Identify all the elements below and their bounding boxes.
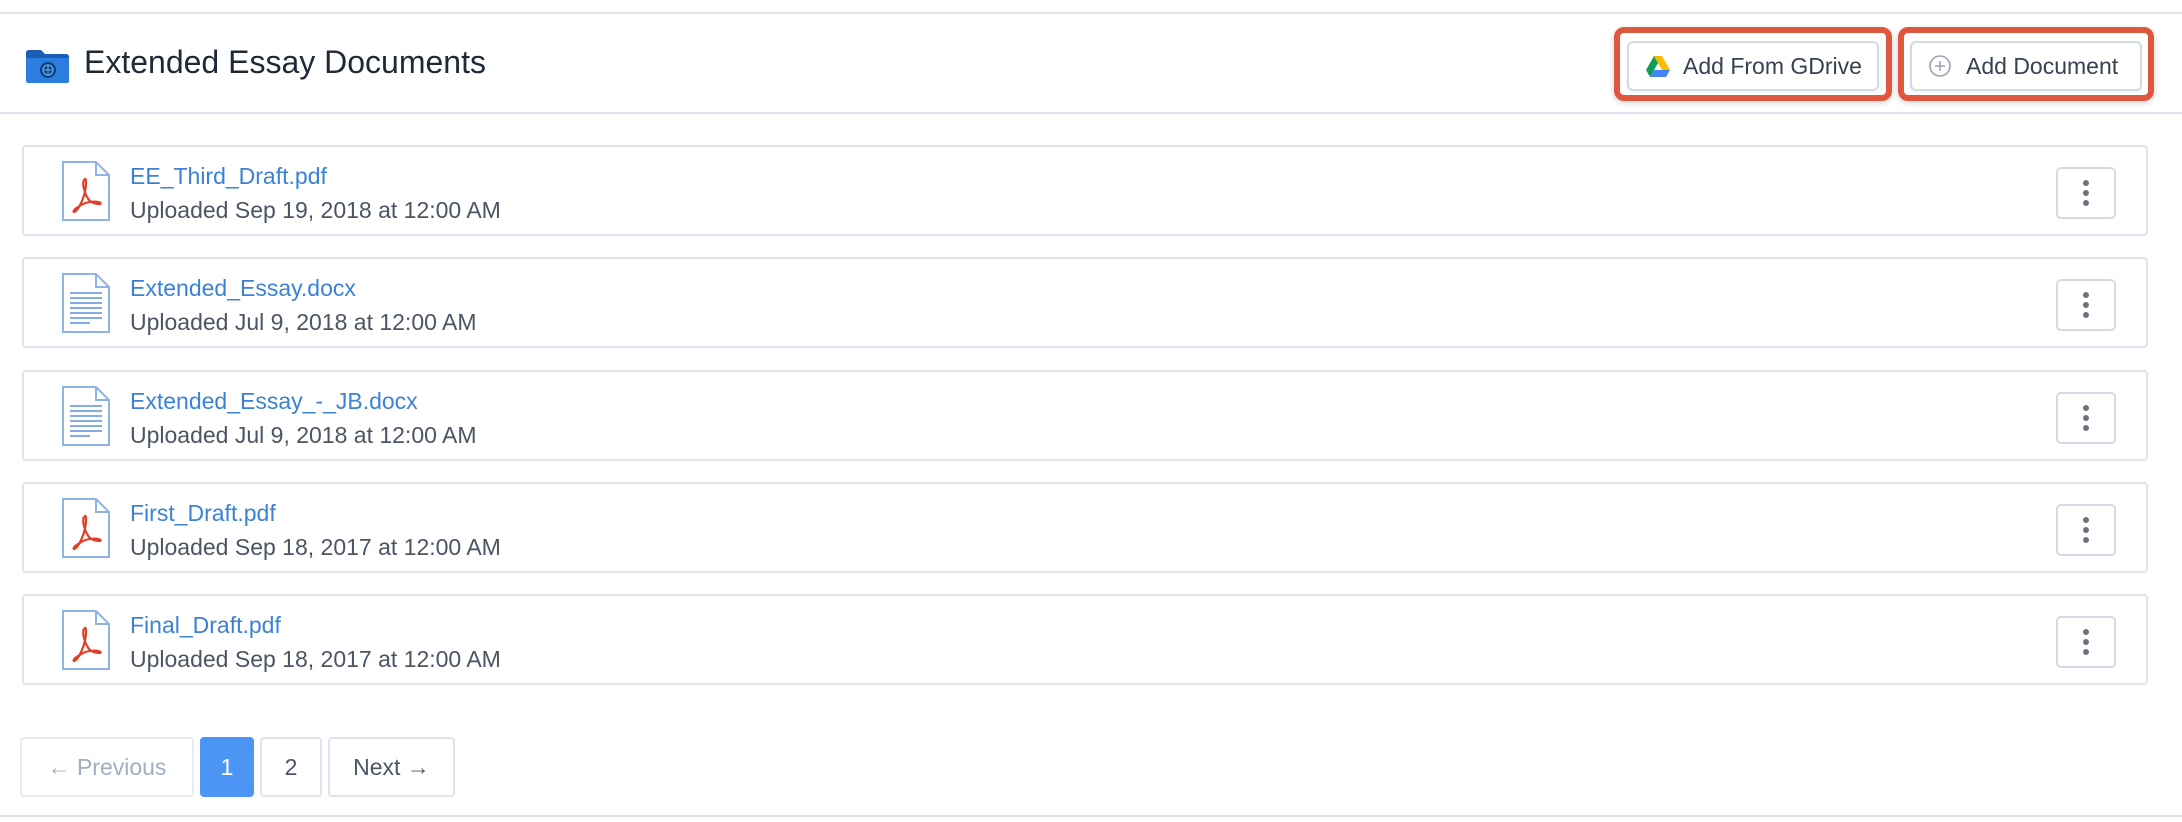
pdf-file-icon <box>62 161 110 221</box>
kebab-dot-icon <box>2083 629 2089 635</box>
kebab-dot-icon <box>2083 639 2089 645</box>
more-options-button[interactable] <box>2056 279 2116 331</box>
folder-icon <box>26 50 69 83</box>
kebab-dot-icon <box>2083 200 2089 206</box>
document-row: Extended_Essay_-_JB.docx Uploaded Jul 9,… <box>22 370 2148 461</box>
page-1-button[interactable]: 1 <box>200 737 254 797</box>
add-from-gdrive-label: Add From GDrive <box>1683 52 1862 79</box>
pdf-file-icon <box>62 610 110 670</box>
doc-file-icon <box>62 273 110 333</box>
pdf-file-icon <box>62 498 110 558</box>
document-name-link[interactable]: Final_Draft.pdf <box>130 612 281 639</box>
more-options-button[interactable] <box>2056 616 2116 668</box>
add-document-label: Add Document <box>1966 52 2119 79</box>
panel-header: Extended Essay Documents Add From GDrive… <box>0 14 2182 114</box>
add-document-button[interactable]: Add Document <box>1910 41 2142 91</box>
google-drive-icon <box>1646 56 1670 77</box>
more-options-button[interactable] <box>2056 167 2116 219</box>
kebab-dot-icon <box>2083 537 2089 543</box>
add-from-gdrive-button[interactable]: Add From GDrive <box>1627 41 1879 91</box>
kebab-dot-icon <box>2083 415 2089 421</box>
kebab-dot-icon <box>2083 312 2089 318</box>
document-name-link[interactable]: EE_Third_Draft.pdf <box>130 163 327 190</box>
document-upload-date: Uploaded Sep 18, 2017 at 12:00 AM <box>130 534 501 560</box>
more-options-button[interactable] <box>2056 504 2116 556</box>
kebab-dot-icon <box>2083 649 2089 655</box>
page-title: Extended Essay Documents <box>84 44 486 80</box>
document-row: First_Draft.pdf Uploaded Sep 18, 2017 at… <box>22 482 2148 573</box>
previous-page-button[interactable]: ← Previous <box>20 737 194 797</box>
document-upload-date: Uploaded Sep 18, 2017 at 12:00 AM <box>130 646 501 672</box>
plus-circle-icon <box>1929 55 1951 77</box>
document-name-link[interactable]: Extended_Essay.docx <box>130 275 356 302</box>
document-upload-date: Uploaded Sep 19, 2018 at 12:00 AM <box>130 197 501 223</box>
document-row: EE_Third_Draft.pdf Uploaded Sep 19, 2018… <box>22 145 2148 236</box>
page-2-button[interactable]: 2 <box>260 737 322 797</box>
kebab-dot-icon <box>2083 190 2089 196</box>
document-row: Extended_Essay.docx Uploaded Jul 9, 2018… <box>22 257 2148 348</box>
document-upload-date: Uploaded Jul 9, 2018 at 12:00 AM <box>130 422 477 448</box>
kebab-dot-icon <box>2083 425 2089 431</box>
kebab-dot-icon <box>2083 405 2089 411</box>
next-page-button[interactable]: Next → <box>328 737 455 797</box>
documents-panel: Extended Essay Documents Add From GDrive… <box>0 12 2182 817</box>
kebab-dot-icon <box>2083 292 2089 298</box>
document-name-link[interactable]: Extended_Essay_-_JB.docx <box>130 388 418 415</box>
kebab-dot-icon <box>2083 302 2089 308</box>
document-name-link[interactable]: First_Draft.pdf <box>130 500 276 527</box>
kebab-dot-icon <box>2083 527 2089 533</box>
document-upload-date: Uploaded Jul 9, 2018 at 12:00 AM <box>130 309 477 335</box>
kebab-dot-icon <box>2083 517 2089 523</box>
kebab-dot-icon <box>2083 180 2089 186</box>
document-row: Final_Draft.pdf Uploaded Sep 18, 2017 at… <box>22 594 2148 685</box>
doc-file-icon <box>62 386 110 446</box>
more-options-button[interactable] <box>2056 392 2116 444</box>
